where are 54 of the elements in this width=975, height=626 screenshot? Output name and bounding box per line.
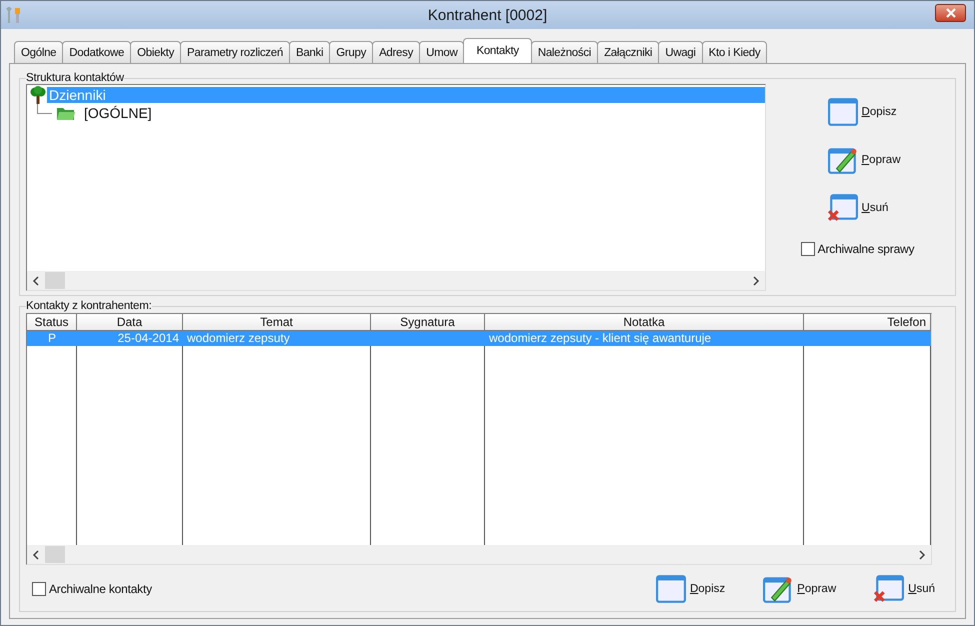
scroll-left-icon[interactable] — [32, 550, 40, 560]
column-header[interactable]: Notatka — [485, 314, 804, 331]
toolbar-button[interactable]: Dopisz — [828, 98, 908, 126]
group-title: Kontakty z kontrahentem: — [26, 300, 152, 312]
toolbar-button[interactable]: Dopisz — [656, 575, 726, 603]
group-title: Struktura kontaktów — [26, 72, 124, 84]
checkbox[interactable]: Archiwalne kontakty — [32, 582, 152, 596]
column-header[interactable]: Sygnatura — [371, 314, 485, 331]
toolbar-button[interactable]: Usuń — [874, 575, 935, 603]
table-cell-text: P — [46, 331, 57, 346]
scroll-right-icon[interactable] — [752, 276, 760, 286]
scroll-thumb[interactable] — [45, 272, 65, 289]
close-icon — [946, 8, 956, 18]
tab[interactable]: Adresy — [372, 41, 420, 63]
column-header[interactable]: Telefon — [804, 314, 931, 331]
horizontal-scrollbar[interactable] — [27, 271, 765, 290]
table-cell-text: wodomierz zepsuty - klient się awanturuje — [488, 331, 712, 346]
tab[interactable]: Dodatkowe — [62, 41, 132, 63]
horizontal-scrollbar[interactable] — [27, 545, 931, 564]
tab[interactable]: Obiekty — [130, 41, 182, 63]
column-header[interactable]: Status — [27, 314, 77, 331]
pencil-window-icon — [763, 575, 794, 603]
toolbar-button[interactable]: Popraw — [828, 146, 908, 174]
tab[interactable]: Ogólne — [14, 41, 64, 63]
tab[interactable]: Należności — [530, 41, 598, 63]
column-header[interactable]: Temat — [183, 314, 371, 331]
scroll-right-icon[interactable] — [918, 550, 926, 560]
tab[interactable]: Parametry rozliczeń — [180, 41, 290, 63]
scroll-thumb[interactable] — [45, 546, 65, 563]
column-header[interactable]: Data — [77, 314, 183, 331]
tab[interactable]: Banki — [288, 41, 330, 63]
checkbox[interactable]: Archiwalne sprawy — [800, 242, 914, 256]
window-title: Kontrahent [0002] — [428, 6, 548, 24]
close-button[interactable] — [935, 4, 966, 22]
window-icon — [656, 575, 686, 603]
delete-window-icon — [828, 194, 858, 222]
tab[interactable]: Umow — [419, 41, 464, 63]
table-cell-text: wodomierz zepsuty — [186, 331, 291, 346]
tab[interactable]: Grupy — [329, 41, 374, 63]
tab[interactable]: Kontakty — [463, 38, 532, 63]
toolbar-button[interactable]: Usuń — [828, 194, 908, 222]
tree-icon — [29, 86, 47, 104]
delete-window-icon — [874, 575, 904, 603]
table-cell-text: 25-04-2014 — [116, 331, 180, 346]
scroll-left-icon[interactable] — [32, 276, 40, 286]
window-icon — [828, 98, 858, 126]
tree-item[interactable]: [OGÓLNE] — [27, 104, 765, 122]
toolbar-button[interactable]: Popraw — [763, 575, 836, 603]
tab[interactable]: Kto i Kiedy — [702, 41, 768, 63]
folder-icon — [56, 105, 76, 121]
tools-icon — [6, 6, 22, 24]
pencil-window-icon — [828, 146, 858, 174]
tab[interactable]: Załączniki — [597, 41, 660, 63]
tab[interactable]: Uwagi — [658, 41, 703, 63]
